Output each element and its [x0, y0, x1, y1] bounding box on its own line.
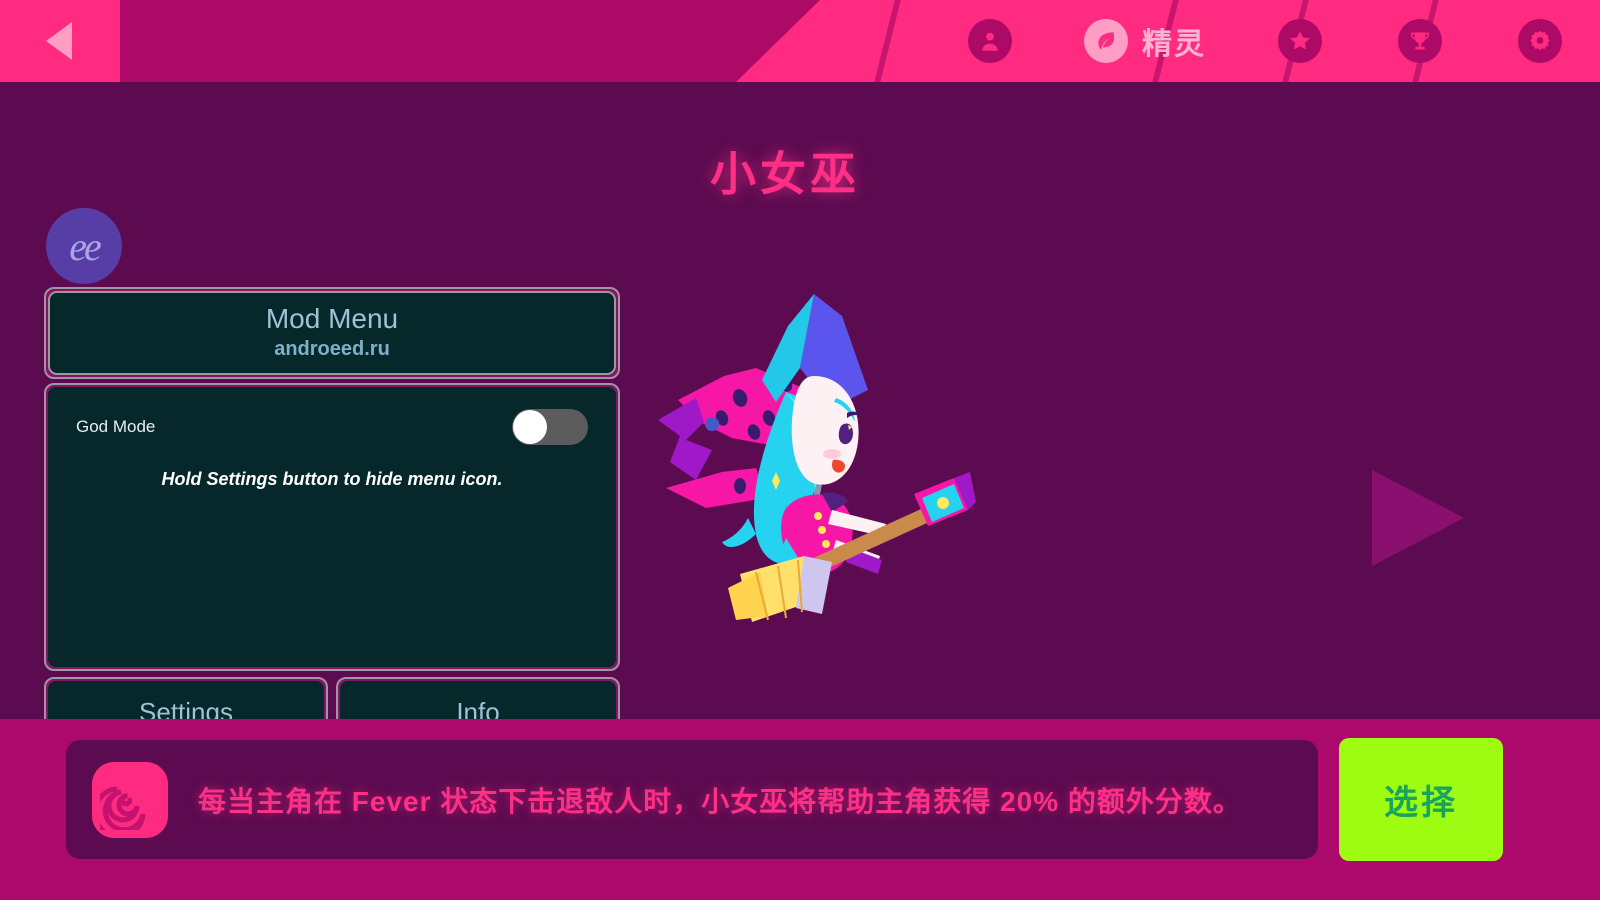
- tab-settings[interactable]: [1480, 0, 1600, 82]
- mod-launcher-logo: ee: [69, 223, 101, 269]
- select-button[interactable]: 选择: [1339, 738, 1503, 861]
- mod-option-god-mode: God Mode: [76, 409, 588, 445]
- god-mode-toggle[interactable]: [512, 409, 588, 445]
- person-icon: [968, 19, 1012, 63]
- tab-profile[interactable]: [930, 0, 1050, 82]
- toggle-knob: [513, 410, 547, 444]
- ability-description-text: 每当主角在 Fever 状态下击退敌人时，小女巫将帮助主角获得 20% 的额外分…: [198, 785, 1242, 817]
- leaf-icon: [1084, 19, 1128, 63]
- gear-icon: [1518, 19, 1562, 63]
- star-icon: [1278, 19, 1322, 63]
- header-slant-panel: [120, 0, 820, 82]
- game-screen: 精灵 小女巫 ee Mod Menu androeed.ru God Mode …: [0, 0, 1600, 900]
- tab-spirit-label: 精灵: [1142, 28, 1206, 61]
- god-mode-label: God Mode: [76, 417, 156, 436]
- tab-spirit[interactable]: 精灵: [1050, 0, 1240, 82]
- mod-menu-body-frame: God Mode Hold Settings button to hide me…: [44, 383, 620, 671]
- mod-menu-launcher-icon[interactable]: ee: [46, 208, 122, 284]
- page-title: 小女巫: [710, 148, 860, 200]
- mod-menu-header[interactable]: Mod Menu androeed.ru: [48, 291, 616, 375]
- mod-menu-subtitle: androeed.ru: [274, 338, 390, 360]
- tab-trophy[interactable]: [1360, 0, 1480, 82]
- back-arrow-icon[interactable]: [42, 20, 82, 62]
- mod-menu-body: God Mode Hold Settings button to hide me…: [48, 387, 616, 667]
- trophy-icon: [1398, 19, 1442, 63]
- witch-on-broom-illustration: [636, 272, 976, 632]
- character-stage: 小女巫 ee Mod Menu androeed.ru God Mode Hol…: [0, 82, 1600, 747]
- mod-menu-title: Mod Menu: [265, 303, 399, 334]
- spiral-icon: [92, 761, 168, 838]
- mod-menu-panel: Mod Menu androeed.ru God Mode Hold Setti…: [44, 287, 620, 747]
- top-navigation-bar: 精灵: [0, 0, 1600, 82]
- select-button-label: 选择: [1384, 784, 1458, 822]
- header-tabs: 精灵: [930, 0, 1600, 82]
- header-divider-1: [870, 0, 904, 82]
- next-arrow-icon[interactable]: [1372, 470, 1464, 566]
- ability-description-banner: 每当主角在 Fever 状态下击退敌人时，小女巫将帮助主角获得 20% 的额外分…: [66, 740, 1318, 859]
- tab-star[interactable]: [1240, 0, 1360, 82]
- mod-menu-header-frame: Mod Menu androeed.ru: [44, 287, 620, 379]
- mod-menu-hint: Hold Settings button to hide menu icon.: [161, 469, 503, 489]
